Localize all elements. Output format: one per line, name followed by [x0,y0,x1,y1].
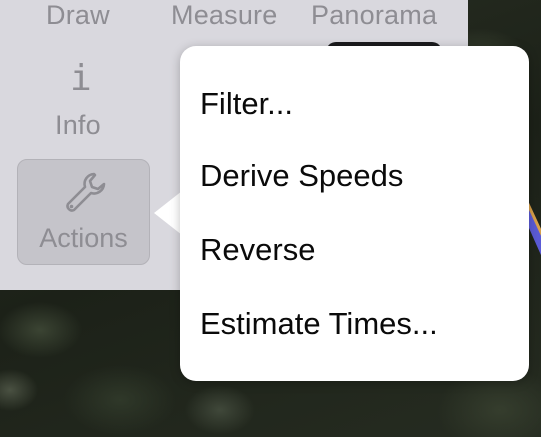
actions-menu: Filter... Derive Speeds Reverse Estimate… [180,46,529,381]
menu-item-derive-speeds[interactable]: Derive Speeds [200,158,403,194]
draw-tool-label[interactable]: Draw [46,0,110,31]
actions-label: Actions [39,223,128,253]
panorama-tool-label[interactable]: Panorama [311,0,437,31]
wrench-icon [66,172,106,212]
measure-tool-label[interactable]: Measure [171,0,277,31]
info-icon[interactable]: i [70,58,92,99]
menu-item-estimate-times[interactable]: Estimate Times... [200,306,438,342]
menu-item-filter[interactable]: Filter... [200,86,293,122]
popover-arrow [154,191,182,235]
actions-button[interactable]: Actions [17,159,150,265]
info-tool-label[interactable]: Info [55,110,101,141]
menu-item-reverse[interactable]: Reverse [200,232,315,268]
